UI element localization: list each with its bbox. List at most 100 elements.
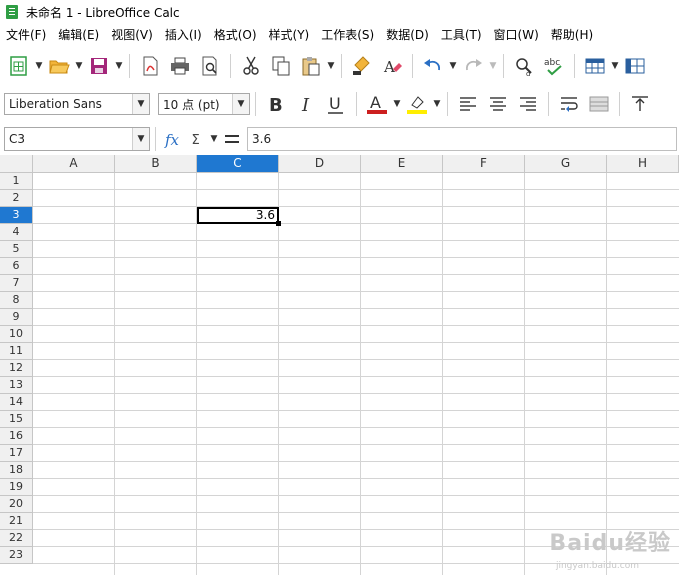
row-header-21[interactable]: 21 [0,513,33,530]
menu-data[interactable]: 数据(D) [380,24,435,46]
wrap-text-icon[interactable] [556,91,582,117]
new-spreadsheet-icon[interactable] [6,53,32,79]
row-header-14[interactable]: 14 [0,394,33,411]
export-pdf-icon[interactable] [137,53,163,79]
svg-text:fx: fx [164,131,180,149]
svg-text:d: d [526,70,530,77]
align-right-icon[interactable] [515,91,541,117]
paste-icon[interactable] [298,53,324,79]
font-name-dropdown-icon[interactable]: ▼ [132,94,149,114]
active-cell-c3[interactable]: 3.6 [197,207,279,224]
cut-icon[interactable] [238,53,264,79]
align-left-icon[interactable] [455,91,481,117]
row-header-18[interactable]: 18 [0,462,33,479]
column-header-g[interactable]: G [525,155,607,173]
row-header-17[interactable]: 17 [0,445,33,462]
row-header-12[interactable]: 12 [0,360,33,377]
function-wizard-icon[interactable]: fx [163,126,185,152]
font-name-box[interactable]: Liberation Sans ▼ [4,93,150,115]
row-header-13[interactable]: 13 [0,377,33,394]
font-size-dropdown-icon[interactable]: ▼ [232,94,249,114]
paste-dropdown-icon[interactable]: ▼ [326,53,336,79]
row-header-1[interactable]: 1 [0,173,33,190]
row-header-19[interactable]: 19 [0,479,33,496]
clone-formatting-icon[interactable] [349,53,375,79]
spelling-icon[interactable]: abc [541,53,567,79]
row-header-4[interactable]: 4 [0,224,33,241]
toolbar-separator [447,92,448,116]
sum-dropdown-icon[interactable]: ▼ [209,126,219,152]
menu-format[interactable]: 格式(O) [208,24,263,46]
row-icon[interactable] [582,53,608,79]
bold-icon[interactable]: B [263,91,289,117]
undo-dropdown-icon[interactable]: ▼ [448,53,458,79]
row-dropdown-icon[interactable]: ▼ [610,53,620,79]
column-header-d[interactable]: D [279,155,361,173]
new-dropdown-icon[interactable]: ▼ [34,53,44,79]
underline-icon[interactable]: U [323,91,349,117]
highlighting-color-icon[interactable] [404,91,430,117]
menu-window[interactable]: 窗口(W) [488,24,545,46]
save-icon[interactable] [86,53,112,79]
redo-dropdown-icon[interactable]: ▼ [488,53,498,79]
row-header-15[interactable]: 15 [0,411,33,428]
row-header-8[interactable]: 8 [0,292,33,309]
formula-equals-icon[interactable] [221,126,243,152]
font-color-dropdown-icon[interactable]: ▼ [392,91,402,117]
menu-tools[interactable]: 工具(T) [435,24,488,46]
font-size-box[interactable]: 10 点 (pt) ▼ [158,93,250,115]
column-icon[interactable] [622,53,648,79]
row-header-9[interactable]: 9 [0,309,33,326]
column-header-b[interactable]: B [115,155,197,173]
row-header-6[interactable]: 6 [0,258,33,275]
row-header-16[interactable]: 16 [0,428,33,445]
highlighting-dropdown-icon[interactable]: ▼ [432,91,442,117]
row-header-2[interactable]: 2 [0,190,33,207]
save-dropdown-icon[interactable]: ▼ [114,53,124,79]
cell-area[interactable] [33,173,679,575]
open-dropdown-icon[interactable]: ▼ [74,53,84,79]
row-header-7[interactable]: 7 [0,275,33,292]
find-replace-icon[interactable]: d [511,53,537,79]
merge-cells-icon[interactable] [586,91,612,117]
name-box-dropdown-icon[interactable]: ▼ [132,128,149,150]
column-header-c[interactable]: C [197,155,279,173]
menu-styles[interactable]: 样式(Y) [263,24,316,46]
italic-icon[interactable]: I [293,91,319,117]
fill-handle[interactable] [276,221,281,226]
align-center-icon[interactable] [485,91,511,117]
menu-file[interactable]: 文件(F) [0,24,52,46]
clear-formatting-icon[interactable]: A [379,53,405,79]
column-header-e[interactable]: E [361,155,443,173]
column-header-a[interactable]: A [33,155,115,173]
align-top-icon[interactable] [627,91,653,117]
redo-icon[interactable] [460,53,486,79]
row-header-22[interactable]: 22 [0,530,33,547]
toolbar-separator [230,54,231,78]
toolbar-separator [356,92,357,116]
column-header-f[interactable]: F [443,155,525,173]
menu-sheet[interactable]: 工作表(S) [315,24,380,46]
row-header-10[interactable]: 10 [0,326,33,343]
menu-view[interactable]: 视图(V) [105,24,159,46]
print-preview-icon[interactable] [197,53,223,79]
select-all-corner[interactable] [0,155,33,173]
copy-icon[interactable] [268,53,294,79]
row-header-23[interactable]: 23 [0,547,33,564]
undo-icon[interactable] [420,53,446,79]
row-header-5[interactable]: 5 [0,241,33,258]
sum-icon[interactable]: Σ [189,126,207,152]
row-header-3[interactable]: 3 [0,207,33,224]
open-folder-icon[interactable] [46,53,72,79]
column-header-h[interactable]: H [607,155,679,173]
row-header-11[interactable]: 11 [0,343,33,360]
formula-input[interactable]: 3.6 [247,127,677,151]
menu-edit[interactable]: 编辑(E) [52,24,105,46]
row-header-20[interactable]: 20 [0,496,33,513]
print-icon[interactable] [167,53,193,79]
spreadsheet-grid[interactable]: A B C D E F G H 1 2 3 4 5 6 7 8 9 10 11 … [0,155,679,575]
name-box[interactable]: C3 ▼ [4,127,150,151]
font-color-icon[interactable]: A [364,91,390,117]
menu-help[interactable]: 帮助(H) [545,24,599,46]
menu-insert[interactable]: 插入(I) [159,24,208,46]
